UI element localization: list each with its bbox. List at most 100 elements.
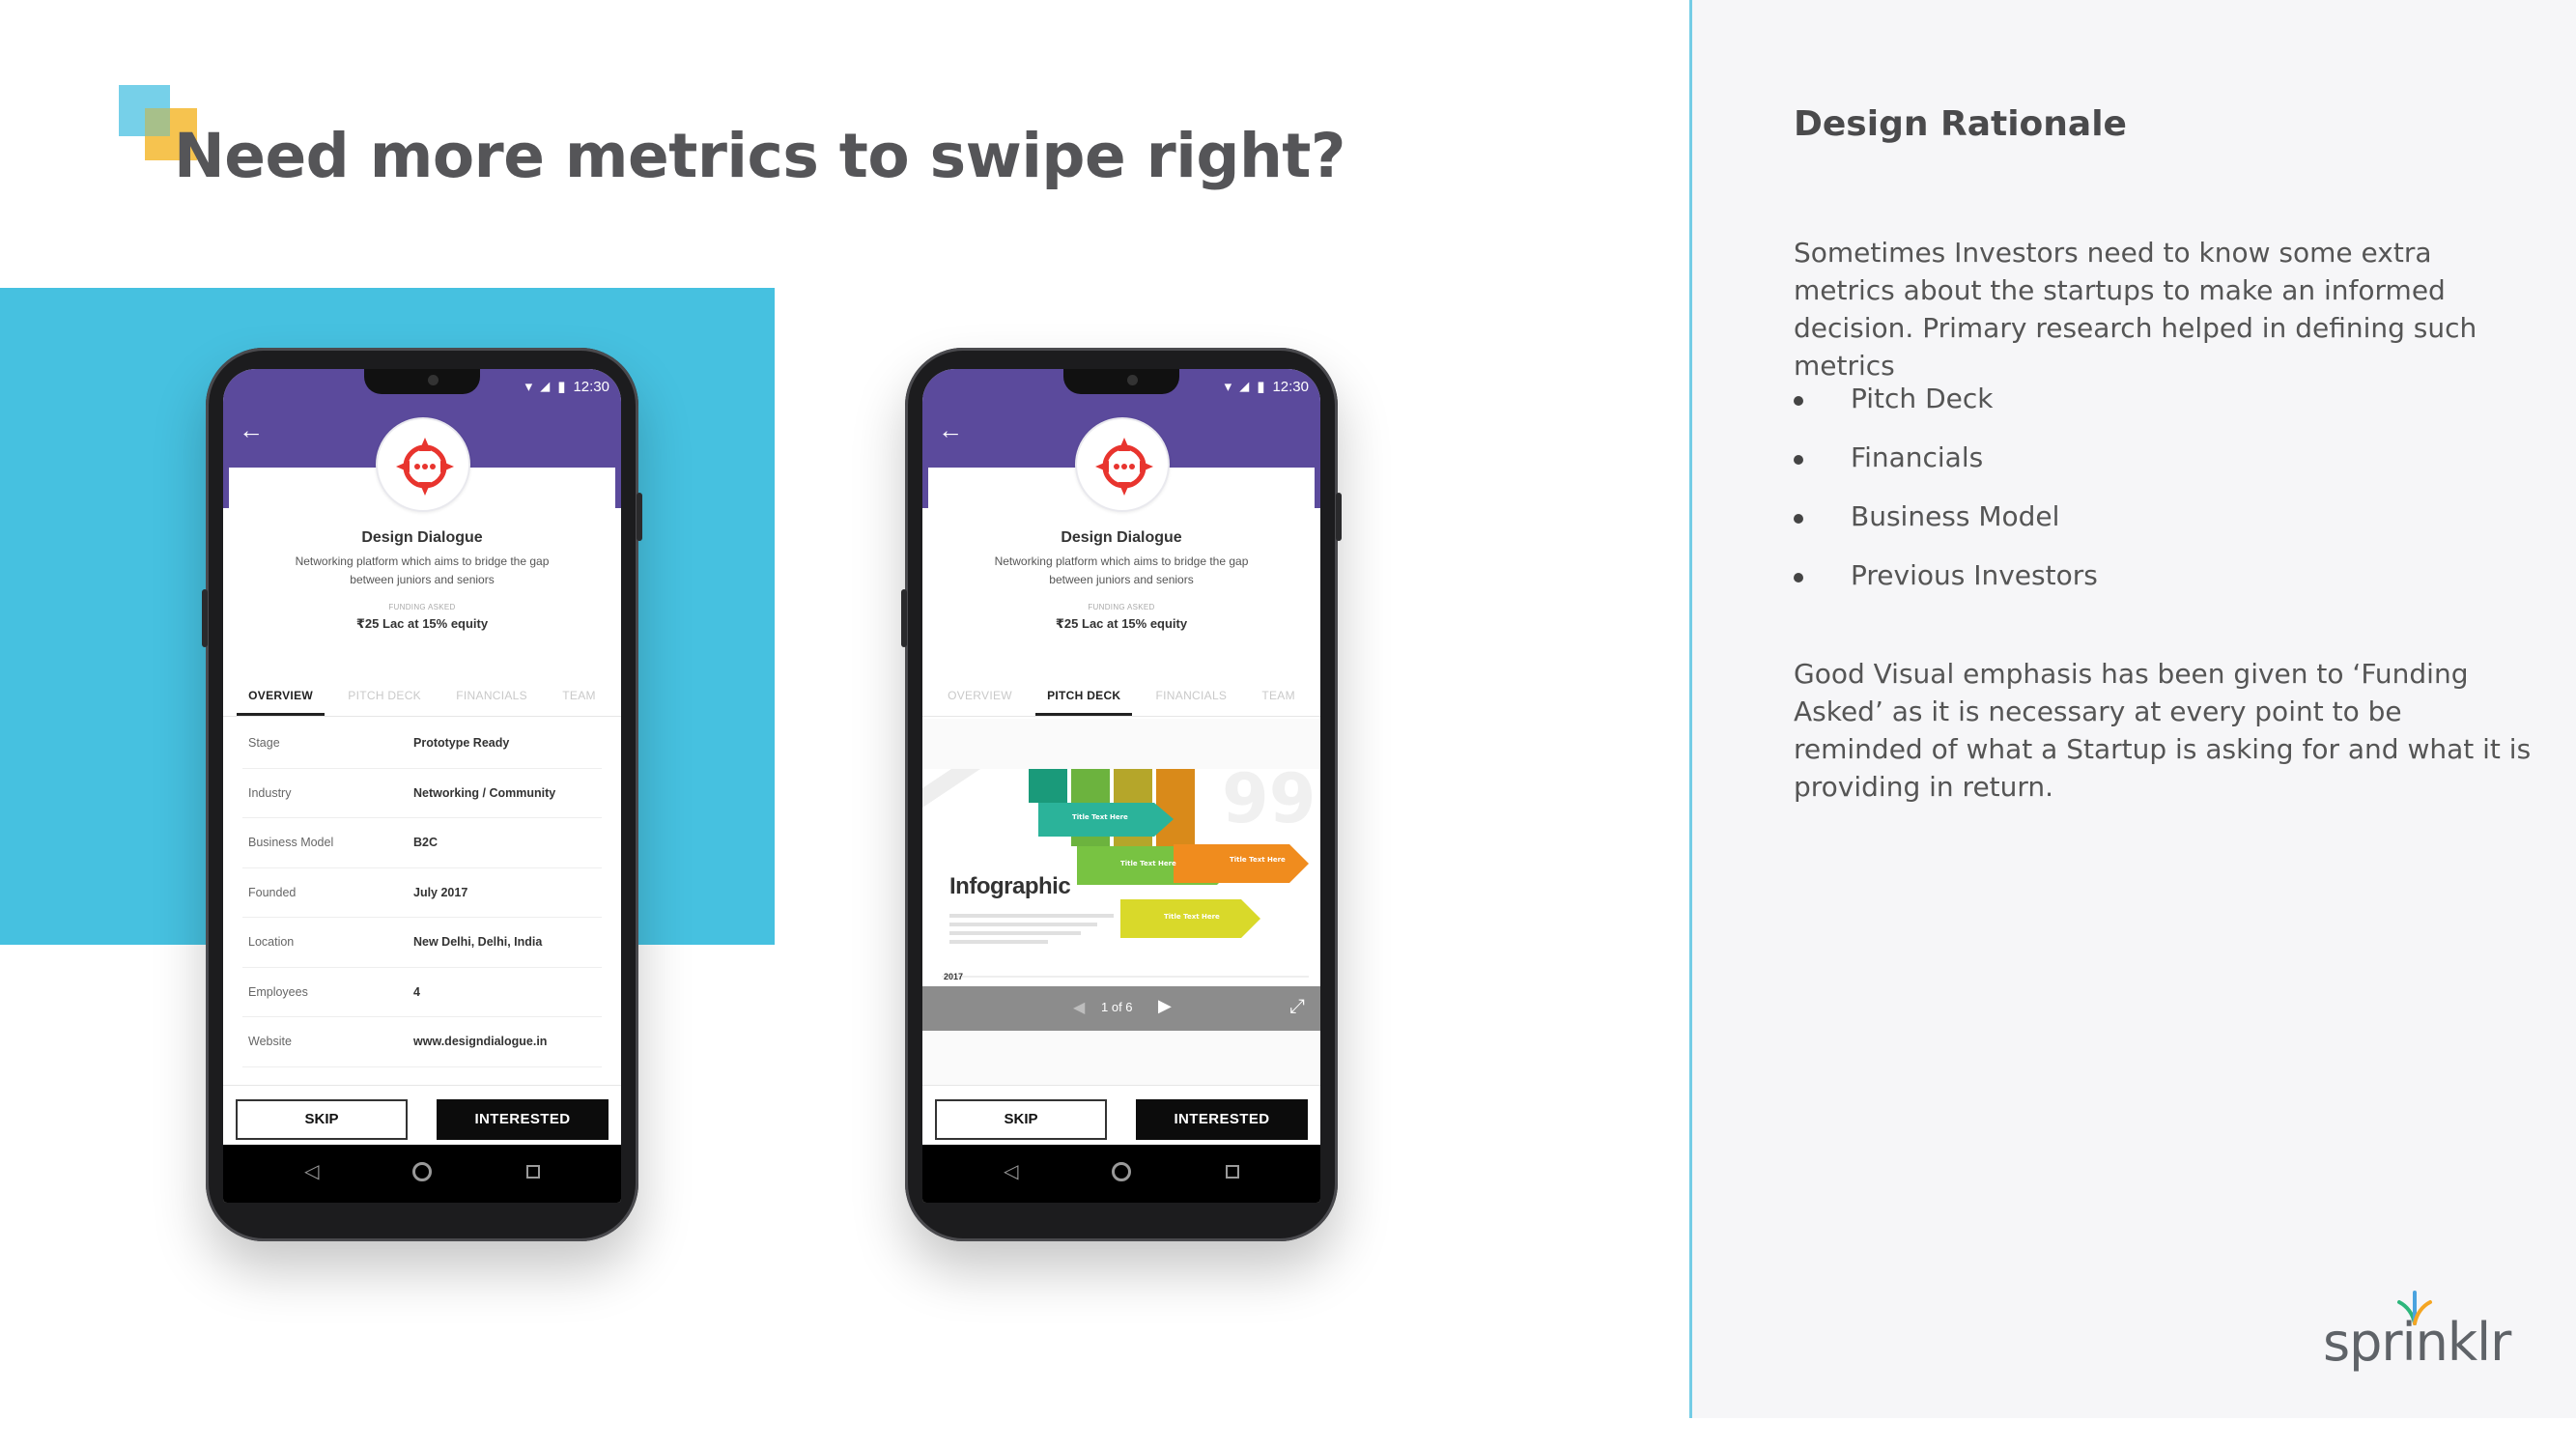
skip-button[interactable]: SKIP [935, 1099, 1107, 1140]
detail-row: Location New Delhi, Delhi, India [242, 918, 602, 968]
funding-label: FUNDING ASKED [1088, 603, 1155, 611]
rationale-intro: Sometimes Investors need to know some ex… [1794, 237, 2477, 382]
nav-recents-icon[interactable] [526, 1165, 540, 1179]
detail-key: Founded [248, 885, 297, 899]
list-item: Financials [1794, 438, 2098, 497]
svg-text:99: 99 [1222, 769, 1316, 838]
nav-back-icon[interactable]: ◁ [1004, 1159, 1018, 1183]
metrics-list: Pitch Deck Financials Business Model Pre… [1794, 379, 2098, 614]
arrow-label: Title Text Here [1230, 856, 1286, 864]
slide-year: 2017 [944, 972, 964, 981]
detail-row: Industry Networking / Community [242, 769, 602, 818]
metric-label: Pitch Deck [1851, 383, 1994, 414]
overview-details: Stage Prototype Ready Industry Networking … [223, 719, 621, 1067]
detail-key: Stage [248, 736, 280, 750]
design-rationale-panel: Design Rationale Sometimes Investors nee… [1692, 0, 2576, 1418]
infographic-title: Infographic [949, 873, 1071, 899]
previous-slide-icon[interactable]: ◀ [1073, 998, 1085, 1017]
rationale-title: Design Rationale [1794, 104, 2127, 144]
arrow-label: Title Text Here [1072, 813, 1128, 821]
tab-pitch-deck[interactable]: PITCH DECK [1035, 674, 1133, 716]
phone-screen: ▾ ◢ ▮ 12:30 ← Design Dialogue Networking… [223, 369, 621, 1203]
detail-key: Website [248, 1035, 292, 1048]
phone-overview: ▾ ◢ ▮ 12:30 ← Design Dialogue Networking… [202, 348, 642, 1241]
list-item: Business Model [1794, 497, 2098, 555]
battery-icon: ▮ [557, 379, 566, 395]
tab-team[interactable]: TEAM [551, 674, 608, 716]
bullet-icon [1794, 573, 1803, 582]
slide-counter: 1 of 6 [1101, 1000, 1133, 1014]
detail-key: Employees [248, 984, 308, 999]
startup-name: Design Dialogue [361, 529, 483, 546]
detail-value[interactable]: www.designdialogue.in [413, 1017, 547, 1066]
detail-row: Founded July 2017 [242, 868, 602, 918]
signal-icon: ◢ [540, 379, 551, 393]
wifi-icon: ▾ [1224, 379, 1232, 395]
startup-description: Networking platform which aims to bridge… [994, 554, 1249, 586]
detail-row: Employees 4 [242, 968, 602, 1017]
nav-back-icon[interactable]: ◁ [304, 1159, 319, 1183]
back-arrow-icon[interactable]: ← [938, 417, 963, 442]
action-bar: SKIP INTERESTED [922, 1085, 1320, 1145]
tab-overview[interactable]: OVERVIEW [936, 674, 1024, 716]
slide-title: Need more metrics to swipe right? [174, 121, 1345, 191]
detail-value: Networking / Community [413, 785, 556, 800]
detail-key: Location [248, 935, 295, 949]
detail-key: Business Model [248, 836, 334, 849]
status-time: 12:30 [1272, 378, 1309, 395]
metric-label: Financials [1851, 441, 1984, 473]
metric-label: Previous Investors [1851, 559, 2098, 591]
tab-pitch-deck[interactable]: PITCH DECK [336, 674, 433, 716]
metric-label: Business Model [1851, 500, 2060, 532]
phone-screen: ▾ ◢ ▮ 12:30 ← Design Dialogue Networking… [922, 369, 1320, 1203]
rationale-conclusion: Good Visual emphasis has been given to ‘… [1794, 658, 2532, 803]
detail-row: Business Model B2C [242, 818, 602, 868]
wifi-icon: ▾ [524, 379, 533, 395]
signal-icon: ◢ [1239, 379, 1250, 393]
detail-key: Industry [248, 785, 292, 800]
detail-row: Stage Prototype Ready [242, 719, 602, 769]
profile-tabs: OVERVIEW PITCH DECK FINANCIALS TEAM [223, 674, 621, 717]
phone-notch [364, 369, 480, 394]
pitch-deck-viewer: 99 Title Text Here Title Text Here Title… [922, 719, 1320, 1086]
phone-notch [1063, 369, 1179, 394]
detail-value: New Delhi, Delhi, India [413, 935, 543, 949]
funding-label: FUNDING ASKED [388, 603, 456, 611]
tab-financials[interactable]: FINANCIALS [444, 674, 539, 716]
bullet-icon [1794, 455, 1803, 465]
startup-name: Design Dialogue [1061, 529, 1182, 546]
nav-home-icon[interactable] [1112, 1162, 1131, 1181]
infographic-text-lines [949, 914, 1114, 949]
android-nav-bar: ◁ [922, 1145, 1320, 1203]
action-bar: SKIP INTERESTED [223, 1085, 621, 1145]
battery-icon: ▮ [1257, 379, 1265, 395]
decor-square-overlap [145, 108, 170, 136]
detail-value: B2C [413, 836, 439, 849]
arrow-label: Title Text Here [1164, 913, 1220, 921]
tab-financials[interactable]: FINANCIALS [1145, 674, 1239, 716]
next-slide-icon[interactable]: ▶ [1158, 996, 1172, 1016]
fullscreen-icon[interactable]: ⤢ [1289, 996, 1305, 1018]
deck-slide[interactable]: 99 Title Text Here Title Text Here Title… [922, 769, 1320, 986]
android-nav-bar: ◁ [223, 1145, 621, 1203]
detail-value: Prototype Ready [413, 736, 510, 750]
detail-value: 4 [413, 984, 420, 999]
volume-button [901, 589, 907, 647]
skip-button[interactable]: SKIP [236, 1099, 408, 1140]
back-arrow-icon[interactable]: ← [239, 417, 264, 442]
tab-team[interactable]: TEAM [1250, 674, 1307, 716]
profile-tabs: OVERVIEW PITCH DECK FINANCIALS TEAM [922, 674, 1320, 717]
brand-logo: sprinklr [2323, 1312, 2511, 1373]
nav-recents-icon[interactable] [1226, 1165, 1239, 1179]
power-button [1336, 493, 1342, 541]
volume-button [202, 589, 208, 647]
detail-row: Website www.designdialogue.in [242, 1017, 602, 1067]
list-item: Previous Investors [1794, 555, 2098, 614]
nav-home-icon[interactable] [412, 1162, 432, 1181]
tab-overview[interactable]: OVERVIEW [237, 674, 325, 716]
startup-logo [1075, 417, 1170, 512]
funding-value: ₹25 Lac at 15% equity [355, 616, 489, 631]
detail-value: July 2017 [413, 885, 468, 899]
interested-button[interactable]: INTERESTED [437, 1099, 609, 1140]
interested-button[interactable]: INTERESTED [1136, 1099, 1308, 1140]
